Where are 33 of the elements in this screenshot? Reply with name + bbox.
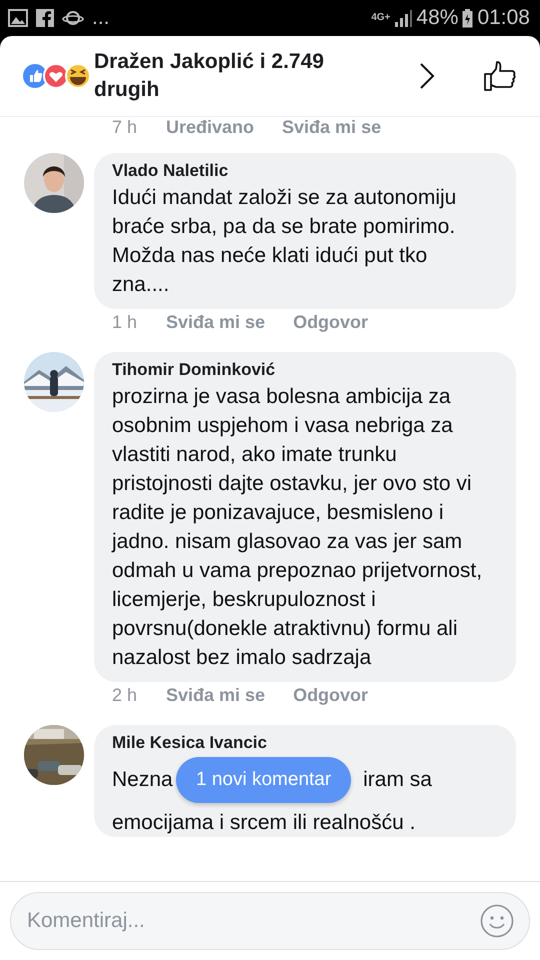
signal-icon (394, 9, 412, 27)
like-icon[interactable] (484, 61, 516, 91)
comment-text: Nezna (112, 767, 173, 793)
comment-time: 7 h (112, 117, 138, 139)
commenter-name[interactable]: Tihomir Dominković (112, 360, 502, 380)
comment-action-link[interactable]: Odgovor (293, 685, 368, 715)
commenter-name[interactable]: Vlado Naletilic (112, 161, 502, 181)
image-icon (8, 9, 28, 27)
comment-action-link[interactable]: Odgovor (293, 312, 368, 342)
comment-action-link[interactable]: Sviđa mi se (166, 685, 266, 715)
battery-percent: 48% (416, 6, 458, 30)
comment-action-link[interactable]: Sviđa mi se (282, 117, 382, 143)
more-notifications-text: ... (92, 6, 110, 30)
comment-action-link[interactable]: Uređivano (166, 117, 254, 143)
commenter-name[interactable]: Mile Kesica Ivancic (112, 733, 502, 753)
comment-text: emocijama i srcem ili realnošću . (112, 810, 416, 836)
comment-input-field[interactable]: Komentiraj... (10, 892, 530, 950)
planet-icon (62, 9, 84, 27)
battery-icon (462, 8, 474, 28)
reactions-summary[interactable]: Dražen Jakoplić i 2.749 drugih (94, 48, 394, 104)
comment-action-link[interactable]: Sviđa mi se (166, 312, 266, 342)
facebook-icon (36, 9, 54, 27)
emoji-icon[interactable] (480, 904, 514, 938)
comment-time: 1 h (112, 312, 138, 334)
comment-text: Idući mandat založi se za autonomiju braće srba, pa da se brate pomirimo. Možda nas neće klati idući put tko zna.... (112, 185, 458, 298)
comment-text: prozirna je vasa bolesna ambicija za osobnim uspjehom i vasa nebriga za vlastiti narod, ako imate trunku pristojnosti dajte ostavku, jer ovo sto vi radite je ponizavajuce, besmisleno i jadno. nisam glasovao za vas jer sam odmah u vama prepoznao prijetvornost, licemjerje, beskrupuloznost i povrsnu(donekle atraktivnu) formu ali nazalost bez imalo sadrzaja (112, 384, 484, 671)
reaction-icons-drawing (22, 63, 92, 89)
comment-time: 2 h (112, 685, 138, 707)
network-type: 4G+ (371, 12, 390, 23)
clock: 01:08 (477, 6, 530, 30)
new-comments-button[interactable]: 1 novi komentar (176, 757, 352, 803)
comment-text: iram sa (363, 767, 432, 793)
chevron-right-icon[interactable] (419, 62, 435, 90)
